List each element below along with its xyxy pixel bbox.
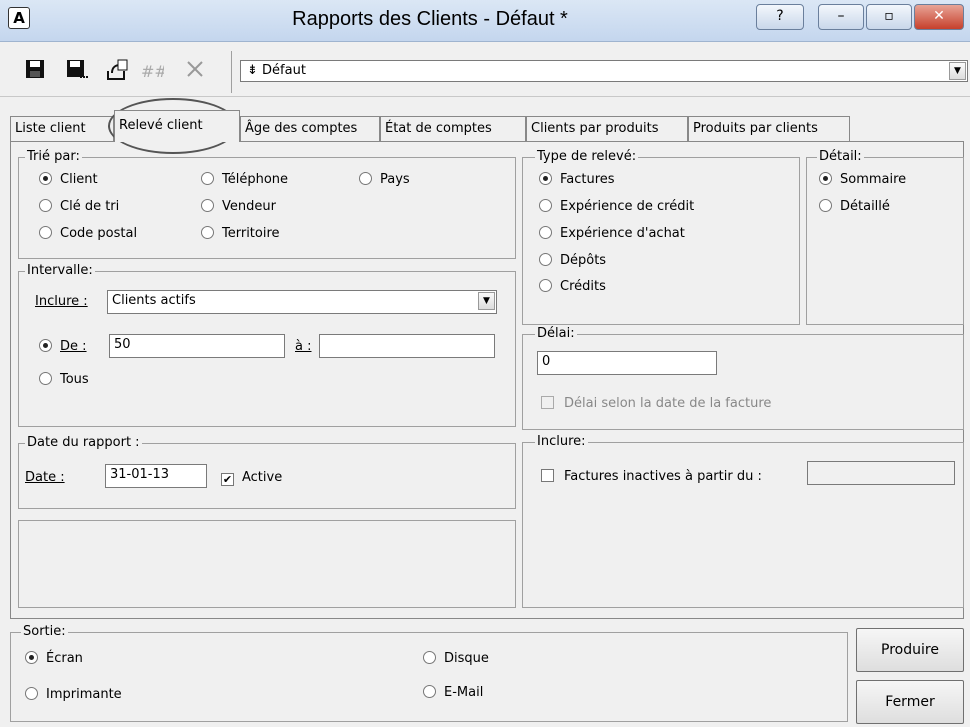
include-group-label: Inclure: (535, 434, 588, 449)
statement-factures-radio[interactable]: Factures (539, 172, 615, 187)
delete-icon (184, 59, 206, 81)
interval-group: Intervalle: Inclure : Clients actifs ▼ D… (18, 263, 516, 427)
tab-age-des-comptes[interactable]: Âge des comptes (240, 116, 380, 142)
profile-select[interactable]: ⇟ Défaut ▼ (240, 60, 968, 82)
delay-invoice-date-checkbox: Délai selon la date de la facture (541, 396, 771, 411)
tab-releve-client[interactable]: Relevé client (114, 110, 240, 142)
sort-pays-radio[interactable]: Pays (359, 172, 410, 187)
sort-client-radio[interactable]: Client (39, 172, 98, 187)
close-button[interactable]: Fermer (856, 680, 964, 724)
active-checkbox[interactable]: ✔ Active (221, 470, 282, 486)
window-title: Rapports des Clients - Défaut * (292, 8, 568, 30)
tab-etat-de-comptes[interactable]: État de comptes (380, 116, 526, 142)
output-email-radio[interactable]: E-Mail (423, 685, 483, 700)
report-date-group: Date du rapport : Date : 31-01-13 ✔ Activ… (18, 435, 516, 509)
empty-group (18, 520, 516, 608)
inactive-invoices-checkbox[interactable]: Factures inactives à partir du : (541, 469, 762, 484)
sort-territoire-radio[interactable]: Territoire (201, 226, 280, 241)
output-group: Sortie: Écran Disque Imprimante E-Mail (10, 624, 848, 722)
produce-button[interactable]: Produire (856, 628, 964, 672)
delay-group-label: Délai: (535, 326, 577, 341)
sort-telephone-radio[interactable]: Téléphone (201, 172, 288, 187)
tab-clients-par-produits[interactable]: Clients par produits (526, 116, 688, 142)
close-window-button[interactable]: ✕ (914, 4, 964, 30)
tab-liste-client[interactable]: Liste client (10, 116, 114, 142)
delay-field[interactable]: 0 (537, 351, 717, 375)
title-bar: A Rapports des Clients - Défaut * ? – ▫ … (0, 0, 970, 42)
to-field[interactable] (319, 334, 495, 358)
include-select[interactable]: Clients actifs ▼ (107, 290, 497, 314)
profile-prefix-icon: ⇟ (247, 63, 258, 78)
numbering-icon: ## (140, 59, 168, 81)
statement-achat-radio[interactable]: Expérience d'achat (539, 226, 685, 241)
save-as-icon[interactable] (66, 59, 88, 81)
chevron-down-icon[interactable]: ▼ (478, 292, 495, 310)
detail-detaille-radio[interactable]: Détaillé (819, 199, 890, 214)
from-radio[interactable]: De : (39, 339, 87, 354)
minimize-button[interactable]: – (818, 4, 864, 30)
statement-credit-radio[interactable]: Expérience de crédit (539, 199, 694, 214)
statement-type-group: Type de relevé: Factures Expérience de c… (522, 149, 800, 325)
interval-group-label: Intervalle: (25, 263, 95, 278)
include-label: Inclure : (35, 294, 88, 309)
sort-group: Trié par: Client Téléphone Pays Clé de t… (18, 149, 516, 259)
to-label: à : (295, 339, 312, 354)
profile-value: Défaut (262, 63, 306, 78)
sort-cle-de-tri-radio[interactable]: Clé de tri (39, 199, 119, 214)
statement-type-group-label: Type de relevé: (535, 149, 639, 164)
date-label: Date : (25, 470, 65, 485)
output-imprimante-radio[interactable]: Imprimante (25, 687, 122, 702)
chevron-down-icon[interactable]: ▼ (949, 62, 966, 80)
help-button[interactable]: ? (756, 4, 804, 30)
inactive-date-field (807, 461, 955, 485)
tab-produits-par-clients[interactable]: Produits par clients (688, 116, 850, 142)
report-date-group-label: Date du rapport : (25, 435, 142, 450)
detail-group-label: Détail: (817, 149, 864, 164)
output-ecran-radio[interactable]: Écran (25, 651, 83, 666)
save-icon[interactable] (24, 59, 46, 81)
include-group: Inclure: Factures inactives à partir du … (522, 434, 964, 608)
output-disque-radio[interactable]: Disque (423, 651, 489, 666)
sort-group-label: Trié par: (25, 149, 82, 164)
sort-code-postal-radio[interactable]: Code postal (39, 226, 137, 241)
check-icon: ✔ (221, 473, 234, 486)
date-field[interactable]: 31-01-13 (105, 464, 207, 488)
export-icon[interactable] (106, 59, 128, 81)
svg-text:##: ## (141, 62, 164, 81)
detail-group: Détail: Sommaire Détaillé (806, 149, 964, 325)
output-group-label: Sortie: (21, 624, 68, 639)
all-radio[interactable]: Tous (39, 372, 89, 387)
detail-sommaire-radio[interactable]: Sommaire (819, 172, 906, 187)
delay-group: Délai: 0 Délai selon la date de la factu… (522, 326, 964, 430)
statement-depots-radio[interactable]: Dépôts (539, 253, 606, 268)
from-field[interactable]: 50 (109, 334, 285, 358)
maximize-button[interactable]: ▫ (866, 4, 912, 30)
statement-credits-radio[interactable]: Crédits (539, 279, 606, 294)
toolbar-separator (231, 51, 232, 93)
sort-vendeur-radio[interactable]: Vendeur (201, 199, 276, 214)
